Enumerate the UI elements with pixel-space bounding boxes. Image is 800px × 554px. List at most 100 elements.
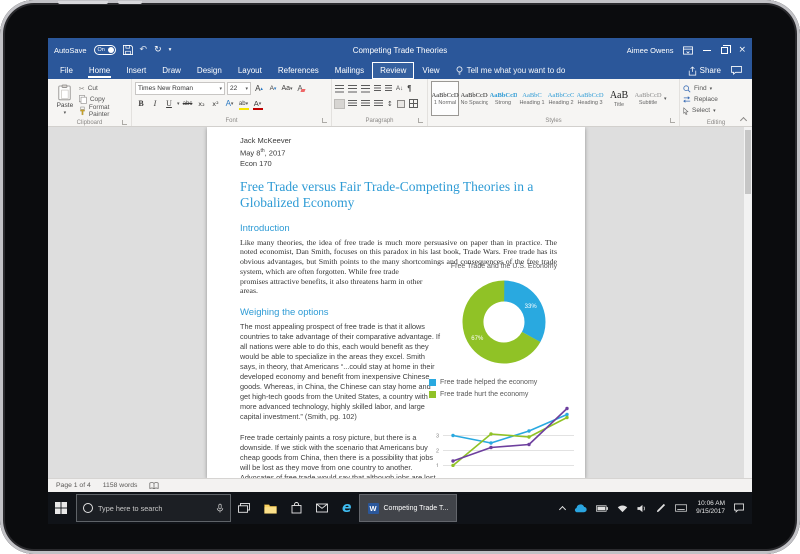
wifi-icon[interactable] <box>617 504 628 513</box>
word-count[interactable]: 1158 words <box>103 482 138 489</box>
style-no-spacing[interactable]: AaBbCcDdNo Spacing <box>460 81 488 116</box>
undo-icon[interactable]: ↶ <box>140 45 148 55</box>
tab-review[interactable]: Review <box>372 62 414 79</box>
embedded-charts[interactable]: Free Trade and the U.S. Economy 33%67% F… <box>429 263 579 467</box>
store-button[interactable] <box>284 492 309 524</box>
tray-chevron-up-icon[interactable] <box>559 505 566 512</box>
document-scrollbar[interactable] <box>744 127 752 478</box>
decrease-indent-icon[interactable] <box>374 85 381 93</box>
borders-icon[interactable] <box>409 99 418 108</box>
donut-chart[interactable]: 33%67% <box>461 279 547 365</box>
clear-formatting-button[interactable]: A <box>295 82 307 95</box>
underline-button[interactable]: U <box>163 97 175 110</box>
tab-design[interactable]: Design <box>189 62 230 79</box>
user-account[interactable]: Aimee Owens <box>627 46 674 55</box>
font-color-button[interactable]: A▾ <box>252 97 264 110</box>
strikethrough-button[interactable]: abc <box>182 97 194 110</box>
close-icon[interactable]: × <box>738 46 746 55</box>
grow-font-button[interactable]: A▴ <box>253 82 265 95</box>
styles-dialog-launcher-icon[interactable] <box>670 118 675 123</box>
autosave-toggle[interactable]: On <box>94 45 116 55</box>
paste-button[interactable]: Paste ▾ <box>51 81 79 118</box>
file-explorer-button[interactable] <box>257 492 284 524</box>
align-left-button[interactable] <box>335 100 344 108</box>
restore-window-icon[interactable] <box>721 47 728 54</box>
clipboard-dialog-launcher-icon[interactable] <box>122 120 127 125</box>
superscript-button[interactable]: x² <box>210 97 222 110</box>
style-heading-2[interactable]: AaBbCcCHeading 2 <box>547 81 575 116</box>
font-family-combo[interactable]: Times New Roman ▾ <box>135 82 225 95</box>
style-strong[interactable]: AaBbCcDStrong <box>489 81 517 116</box>
style-subtitle[interactable]: AaBbCcDSubtitle <box>634 81 662 116</box>
microphone-icon[interactable] <box>216 503 224 514</box>
align-right-button[interactable] <box>361 100 370 108</box>
document-page[interactable]: Jack McKeever May 8th, 2017 Econ 170 Fre… <box>207 127 585 478</box>
underline-caret-icon[interactable]: ▾ <box>177 101 180 107</box>
italic-button[interactable]: I <box>149 97 161 110</box>
text-effects-button[interactable]: A▾ <box>224 97 236 110</box>
tab-file[interactable]: File <box>52 62 81 79</box>
action-center-icon[interactable] <box>734 503 744 513</box>
page-indicator[interactable]: Page 1 of 4 <box>56 482 91 489</box>
replace-button[interactable]: Replace <box>683 94 749 105</box>
customize-qat-caret-icon[interactable]: ▾ <box>169 47 172 53</box>
tab-layout[interactable]: Layout <box>230 62 270 79</box>
volume-icon[interactable] <box>637 504 647 513</box>
pen-icon[interactable] <box>656 503 666 513</box>
redo-icon[interactable]: ↻ <box>154 45 162 55</box>
tab-insert[interactable]: Insert <box>118 62 154 79</box>
tab-mailings[interactable]: Mailings <box>327 62 372 79</box>
envelope-icon <box>316 503 328 513</box>
paragraph-dialog-launcher-icon[interactable] <box>418 118 423 123</box>
increase-indent-icon[interactable] <box>385 85 392 93</box>
subscript-button[interactable]: x₂ <box>196 97 208 110</box>
shading-icon[interactable] <box>397 100 405 108</box>
format-painter-button[interactable]: Format Painter <box>79 105 128 116</box>
line-spacing-icon[interactable]: ↕ <box>387 100 393 108</box>
share-button[interactable]: Share <box>688 66 721 76</box>
edge-browser-button[interactable]: e <box>335 492 359 524</box>
battery-icon[interactable] <box>596 505 608 512</box>
select-button[interactable]: Select▾ <box>683 105 749 116</box>
style-heading-3[interactable]: AaBbCcDHeading 3 <box>576 81 604 116</box>
shrink-font-button[interactable]: A▾ <box>267 82 279 95</box>
ribbon-display-options-icon[interactable] <box>683 46 693 55</box>
touch-keyboard-icon[interactable] <box>675 504 687 512</box>
taskbar-clock[interactable]: 10:06 AM 9/15/2017 <box>696 500 725 516</box>
tab-draw[interactable]: Draw <box>154 62 189 79</box>
task-view-button[interactable] <box>231 492 257 524</box>
mail-button[interactable] <box>309 492 335 524</box>
align-center-button[interactable] <box>348 100 357 108</box>
save-icon[interactable] <box>123 45 133 55</box>
font-dialog-launcher-icon[interactable] <box>322 118 327 123</box>
pilcrow-icon[interactable]: ¶ <box>407 84 412 93</box>
change-case-button[interactable]: Aa▾ <box>281 82 293 95</box>
start-button[interactable] <box>48 492 74 524</box>
proofing-check-icon[interactable] <box>149 482 159 490</box>
tab-home[interactable]: Home <box>81 62 118 79</box>
style-title[interactable]: AaBTitle <box>605 81 633 116</box>
multilevel-list-icon[interactable] <box>361 85 370 93</box>
style-heading-1[interactable]: AaBbCHeading 1 <box>518 81 546 116</box>
style-1-normal[interactable]: AaBbCcDd1 Normal <box>431 81 459 116</box>
bold-button[interactable]: B <box>135 97 147 110</box>
comments-icon[interactable] <box>731 66 742 75</box>
scrollbar-thumb[interactable] <box>745 130 751 194</box>
justify-button[interactable] <box>374 100 383 108</box>
bullets-icon[interactable] <box>335 85 344 93</box>
minimize-icon[interactable] <box>703 50 711 51</box>
highlight-button[interactable]: ab▾ <box>238 97 250 110</box>
search-input[interactable]: Type here to search <box>76 494 231 522</box>
font-size-combo[interactable]: 22 ▾ <box>227 82 251 95</box>
onedrive-cloud-icon[interactable] <box>574 504 587 513</box>
tab-references[interactable]: References <box>270 62 327 79</box>
line-chart[interactable]: 123 <box>429 403 579 467</box>
cut-button[interactable]: ✂ Cut <box>79 83 128 94</box>
styles-more-caret-icon[interactable]: ▾ <box>662 81 669 116</box>
find-button[interactable]: Find▾ <box>683 83 749 94</box>
sort-icon[interactable]: A↓ <box>396 86 403 92</box>
numbering-icon[interactable] <box>348 85 357 93</box>
tab-view[interactable]: View <box>414 62 447 79</box>
taskbar-active-word-task[interactable]: W Competing Trade T... <box>359 494 458 522</box>
tell-me-box[interactable]: Tell me what you want to do <box>448 62 566 79</box>
